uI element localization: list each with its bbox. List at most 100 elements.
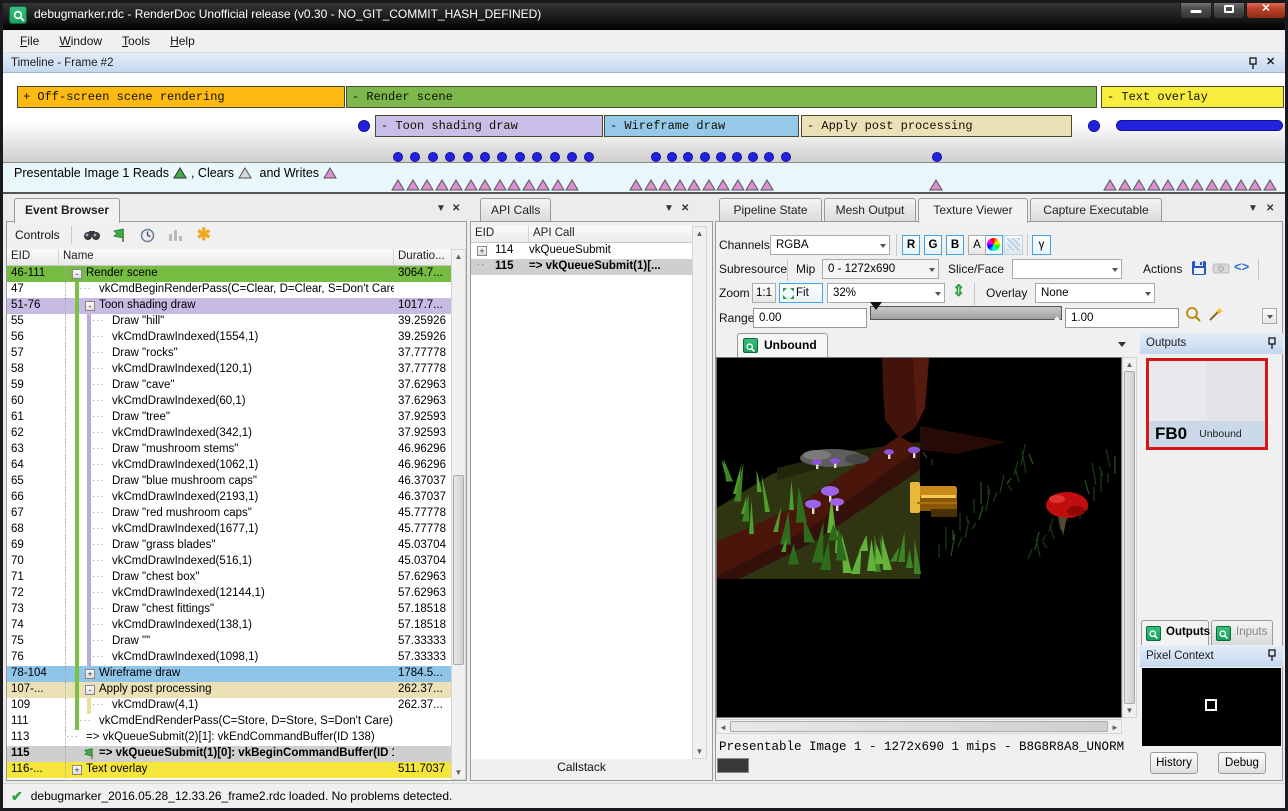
event-row[interactable]: 75···Draw ""57.33333 — [7, 634, 451, 650]
timeline-draw-dot[interactable] — [567, 152, 577, 162]
event-row[interactable]: 68···vkCmdDrawIndexed(1677,1)45.77778 — [7, 522, 451, 538]
channel-button-a[interactable]: A — [968, 235, 986, 255]
write-event-triangle[interactable] — [391, 179, 405, 191]
save-floppy-icon[interactable] — [1190, 259, 1208, 282]
timeline-draw-dot[interactable] — [781, 152, 791, 162]
chevron-down-icon[interactable]: ▼ — [436, 203, 446, 214]
timeline-draw-dot[interactable] — [748, 152, 758, 162]
scroll-thumb[interactable] — [730, 721, 1108, 732]
close-icon[interactable]: ✕ — [452, 203, 460, 214]
write-event-triangle[interactable] — [644, 179, 658, 191]
timeline-draw-dot[interactable] — [764, 152, 774, 162]
chevron-down-icon[interactable] — [1118, 342, 1126, 347]
write-event-triangle[interactable] — [716, 179, 730, 191]
event-row[interactable]: 61···Draw "tree"37.92593 — [7, 410, 451, 426]
api-call-row[interactable]: 114+vkQueueSubmit — [471, 243, 692, 259]
column-header-api-call[interactable]: API Call — [529, 226, 692, 242]
write-event-triangle[interactable] — [745, 179, 759, 191]
write-event-triangle[interactable] — [1190, 179, 1204, 191]
timeline-marker-bar[interactable]: - Apply post processing — [801, 115, 1072, 137]
write-event-triangle[interactable] — [1161, 179, 1175, 191]
zoom-range-icon[interactable] — [1185, 306, 1202, 328]
find-binoculars-icon[interactable] — [81, 225, 103, 245]
timeline-marker-bar[interactable]: - Wireframe draw — [604, 115, 799, 137]
event-row[interactable]: 65···Draw "blue mushroom caps"46.37037 — [7, 474, 451, 490]
write-event-triangle[interactable] — [536, 179, 550, 191]
menu-item-help[interactable]: Help — [161, 32, 204, 50]
channels-select[interactable]: RGBA — [770, 235, 890, 255]
api-calls-table[interactable]: EID API Call 114+vkQueueSubmit115··=> vk… — [471, 226, 692, 759]
event-row[interactable]: 51-76-Toon shading draw1017.7... — [7, 298, 451, 314]
write-event-triangle[interactable] — [687, 179, 701, 191]
time-clock-icon[interactable] — [137, 225, 159, 245]
event-row[interactable]: 113···=> vkQueueSubmit(2)[1]: vkEndComma… — [7, 730, 451, 746]
color-wheel-icon[interactable] — [984, 235, 1003, 255]
maximize-button[interactable] — [1213, 0, 1245, 19]
close-button[interactable]: ✕ — [1246, 0, 1286, 19]
pixel-context-view[interactable] — [1142, 668, 1281, 746]
timeline-draw-dot[interactable] — [716, 152, 726, 162]
write-event-triangle[interactable] — [1248, 179, 1262, 191]
range-slider[interactable] — [870, 306, 1062, 320]
menu-item-tools[interactable]: Tools — [113, 32, 159, 50]
column-header-eid[interactable]: EID — [471, 226, 529, 242]
write-event-triangle[interactable] — [435, 179, 449, 191]
event-row[interactable]: 111···vkCmdEndRenderPass(C=Store, D=Stor… — [7, 714, 451, 730]
write-event-triangle[interactable] — [702, 179, 716, 191]
tab-texture-viewer[interactable]: Texture Viewer — [918, 198, 1028, 223]
output-thumbnail-fb0[interactable]: FB0 Unbound — [1146, 358, 1268, 450]
expand-icon[interactable]: + — [72, 765, 82, 775]
timeline-marker-bar[interactable]: + Off-screen scene rendering — [17, 86, 345, 108]
timeline-draw-dot[interactable] — [1088, 120, 1100, 132]
event-row[interactable]: 57···Draw "rocks"37.77778 — [7, 346, 451, 362]
write-event-triangle[interactable] — [1132, 179, 1146, 191]
close-icon[interactable]: ✕ — [1266, 55, 1275, 68]
event-row[interactable]: 55···Draw "hill"39.25926 — [7, 314, 451, 330]
image-vscrollbar[interactable]: ▲ ▼ — [1122, 357, 1137, 718]
image-hscrollbar[interactable]: ◄ ► — [716, 719, 1122, 734]
write-event-triangle[interactable] — [1147, 179, 1161, 191]
event-row[interactable]: 59···Draw "cave"37.62963 — [7, 378, 451, 394]
tab-mesh-output[interactable]: Mesh Output — [824, 198, 916, 222]
event-row[interactable]: 63···Draw "mushroom stems"46.96296 — [7, 442, 451, 458]
scroll-right-icon[interactable]: ► — [1111, 723, 1119, 732]
timeline-draw-dot[interactable] — [667, 152, 677, 162]
scroll-thumb[interactable] — [453, 475, 464, 665]
timeline-draw-dot[interactable] — [515, 152, 525, 162]
scroll-up-icon[interactable]: ▲ — [452, 252, 465, 261]
event-row[interactable]: 72···vkCmdDrawIndexed(12144,1)57.62963 — [7, 586, 451, 602]
write-event-triangle[interactable] — [565, 179, 579, 191]
write-event-triangle[interactable] — [478, 179, 492, 191]
history-button[interactable]: History — [1150, 752, 1198, 774]
collapse-icon[interactable]: - — [85, 301, 95, 311]
texture-image-viewport[interactable] — [716, 357, 1122, 718]
timeline-draw-dot[interactable] — [358, 120, 370, 132]
event-row[interactable]: 71···Draw "chest box"57.62963 — [7, 570, 451, 586]
timeline-draw-dot[interactable] — [732, 152, 742, 162]
timeline-draw-dot[interactable] — [651, 152, 661, 162]
write-event-triangle[interactable] — [658, 179, 672, 191]
timeline-marker-bar[interactable]: - Render scene — [346, 86, 1097, 108]
scroll-down-icon[interactable]: ▼ — [693, 747, 706, 756]
tab-inputs[interactable]: Inputs — [1211, 620, 1273, 645]
timeline-draw-dot[interactable] — [532, 152, 542, 162]
timeline-draw-dot[interactable] — [445, 152, 455, 162]
timeline-draw-dot[interactable] — [393, 152, 403, 162]
flip-vertical-icon[interactable]: ⇕ — [952, 281, 965, 301]
event-row[interactable]: 67···Draw "red mushroom caps"45.77778 — [7, 506, 451, 522]
stats-columns-icon[interactable] — [165, 225, 187, 245]
timeline-draw-dot[interactable] — [428, 152, 438, 162]
scroll-down-icon[interactable]: ▼ — [452, 768, 465, 777]
menu-item-file[interactable]: File — [11, 32, 48, 50]
scroll-left-icon[interactable]: ◄ — [719, 723, 727, 732]
range-white-point-handle[interactable] — [1051, 316, 1063, 324]
tab-event-browser[interactable]: Event Browser — [14, 198, 120, 223]
tab-capture-executable[interactable]: Capture Executable — [1030, 198, 1162, 222]
column-header-eid[interactable]: EID — [7, 249, 59, 265]
range-min-input[interactable]: 0.00 — [753, 308, 867, 328]
write-event-triangle[interactable] — [731, 179, 745, 191]
event-row[interactable]: 115=> vkQueueSubmit(1)[0]: vkBeginComman… — [7, 746, 451, 762]
event-browser-vscrollbar[interactable]: ▲ ▼ — [451, 249, 466, 780]
collapse-icon[interactable]: - — [85, 685, 95, 695]
timeline-draw-dot[interactable] — [550, 152, 560, 162]
